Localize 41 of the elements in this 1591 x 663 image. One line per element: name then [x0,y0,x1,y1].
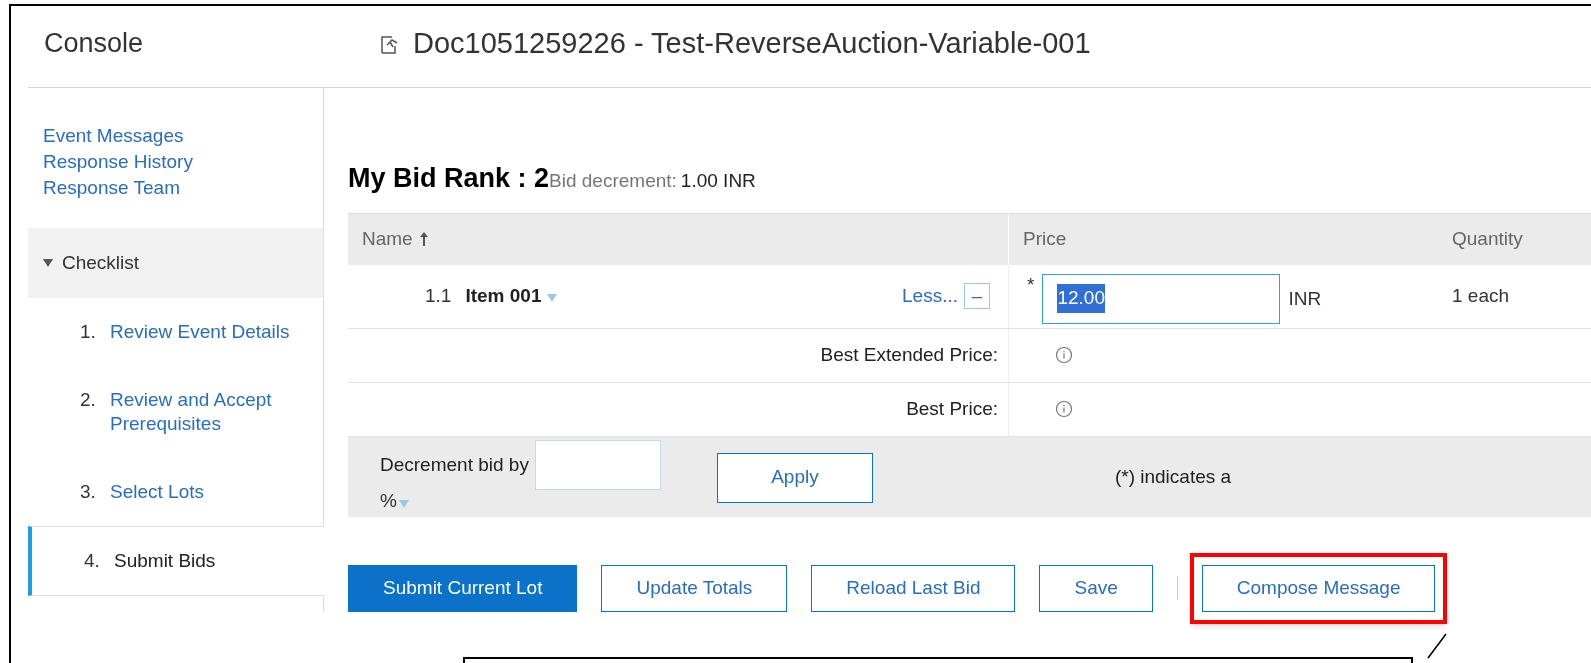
quantity-cell-text: 1 each [1452,283,1510,308]
sidebar-link[interactable]: Response Team [43,178,180,198]
info-icon[interactable] [1055,346,1073,364]
document-title: Doc1051259226 - Test-ReverseAuction-Variable-001 [413,25,1091,61]
checklist-step[interactable]: 4. Submit Bids [28,526,324,596]
bid-decrement-label: Bid decrement: [549,169,677,193]
item-number: 1.1 [425,283,452,308]
triangle-icon[interactable] [42,257,54,269]
sidebar-link[interactable]: Response History [43,152,193,172]
decrement-label: Decrement bid by [380,452,529,477]
decrement-field[interactable] [534,439,661,490]
checklist-step[interactable]: 2. Review and Accept Prerequisites [28,366,323,458]
checklist-step[interactable]: 1. Review Event Details [28,298,323,366]
column-header[interactable]: Price [1008,213,1438,265]
collapse-button[interactable]: – [964,283,990,309]
less-link[interactable]: Less... [902,281,958,311]
unit-dropdown[interactable]: % [380,487,397,516]
price-field[interactable]: 12.00 [1042,273,1281,324]
action-button[interactable]: Update Totals [601,564,788,612]
item-name[interactable]: Item 001 [465,281,542,311]
bid-rank-title: My Bid Rank : 2 [348,162,550,195]
required-note: (*) indicates a [1114,464,1232,489]
apply-button[interactable]: Apply [716,452,873,503]
detail-label: Best Extended Price: [820,342,998,367]
currency-label: INR [1288,286,1322,311]
console-title: Console [44,27,145,61]
action-button[interactable]: Submit Current Lot [348,564,578,612]
action-button[interactable]: Compose Message [1201,564,1436,612]
sidebar-link[interactable]: Event Messages [43,126,184,146]
leader-line [1426,633,1448,659]
column-header[interactable]: Quantity [1438,213,1591,265]
checklist-step[interactable]: 3. Select Lots [28,458,323,526]
detail-label: Best Price: [906,396,998,421]
column-header[interactable]: Name [348,213,1008,265]
action-button[interactable]: Reload Last Bid [811,564,1016,612]
bid-decrement-value: 1.00 INR [680,169,756,193]
info-icon[interactable] [1055,400,1073,418]
sort-up-icon[interactable] [418,231,429,247]
action-button[interactable]: Save [1039,564,1153,612]
required-mark: * [1027,272,1035,297]
checklist-header[interactable]: Checklist [28,228,323,298]
